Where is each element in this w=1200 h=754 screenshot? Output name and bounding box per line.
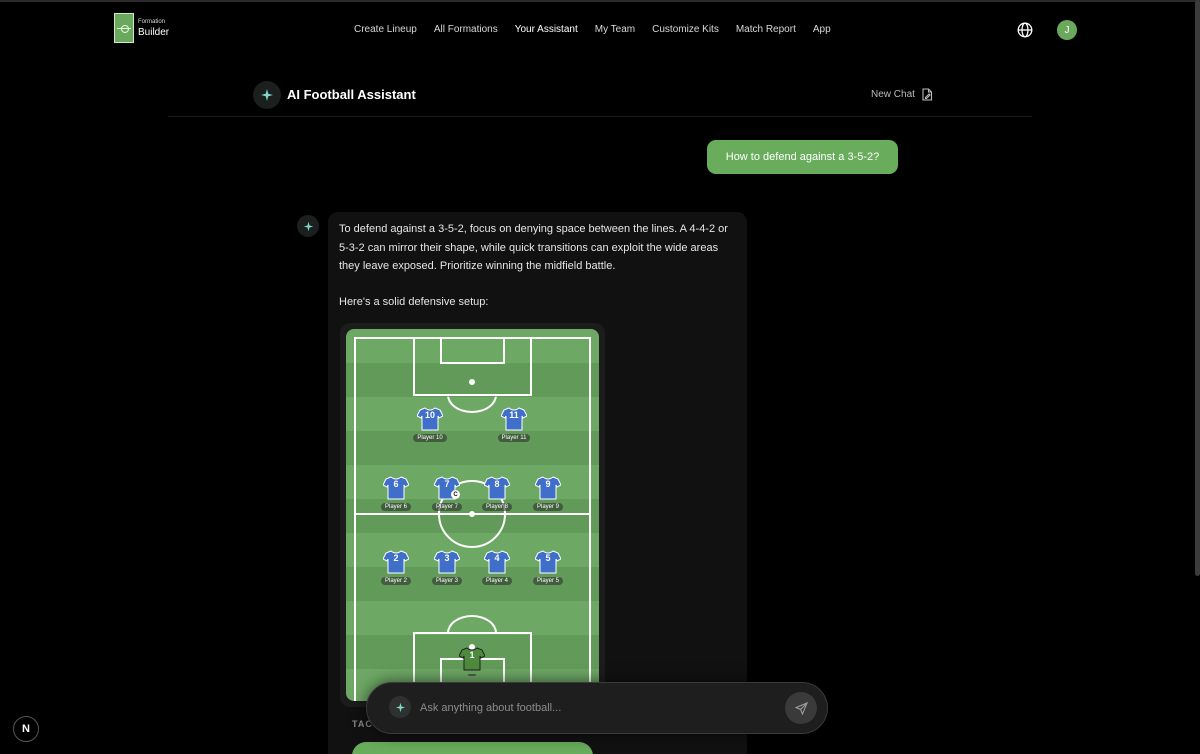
main-nav: Create Lineup All Formations Your Assist…	[354, 24, 831, 35]
sparkle-icon	[253, 81, 281, 109]
nav-app[interactable]: App	[813, 24, 831, 35]
shirt-number: 9	[545, 479, 551, 489]
top-goal-box	[440, 337, 505, 364]
header-divider	[168, 116, 1032, 117]
nav-match-report[interactable]: Match Report	[736, 24, 796, 35]
shirt-icon: 7 C	[434, 476, 460, 500]
new-chat-label: New Chat	[871, 89, 915, 100]
player-11[interactable]: 11 Player 11	[494, 407, 534, 442]
chat-input[interactable]	[420, 699, 770, 717]
captain-badge: C	[451, 490, 460, 499]
player-name: Player 11	[497, 434, 531, 442]
top-border	[0, 0, 1200, 2]
player-5[interactable]: 5 Player 5	[528, 550, 568, 585]
shirt-icon: 6	[383, 476, 409, 500]
app-logo[interactable]: Formation Builder	[114, 13, 169, 43]
pitch-logo-icon	[114, 13, 134, 43]
dev-badge[interactable]: N	[13, 716, 39, 742]
nav-all-formations[interactable]: All Formations	[434, 24, 498, 35]
player-name: Player 3	[431, 577, 462, 585]
tactic-action-button[interactable]	[352, 742, 593, 754]
player-name: Player 6	[380, 503, 411, 511]
player-9[interactable]: 9 Player 9	[528, 476, 568, 511]
globe-icon[interactable]	[1017, 22, 1033, 38]
player-name: Player 10	[413, 434, 447, 442]
goalkeeper-shirt-icon: 1	[459, 647, 485, 671]
player-2[interactable]: 2 Player 2	[376, 550, 416, 585]
top-penalty-spot	[469, 379, 475, 385]
new-chat-icon	[922, 88, 932, 101]
player-name: Player 8	[481, 503, 512, 511]
shirt-number: 10	[424, 410, 435, 420]
player-name	[468, 674, 476, 676]
shirt-icon: 2	[383, 550, 409, 574]
nav-customize-kits[interactable]: Customize Kits	[652, 24, 719, 35]
shirt-icon: 5	[535, 550, 561, 574]
bot-message-setup-text: Here's a solid defensive setup:	[339, 296, 489, 308]
logo-big-text: Builder	[138, 26, 170, 38]
player-6[interactable]: 6 Player 6	[376, 476, 416, 511]
shirt-number: 6	[393, 479, 399, 489]
shirt-number: 1	[469, 650, 475, 660]
shirt-icon: 10	[417, 407, 443, 431]
shirt-icon: 3	[434, 550, 460, 574]
player-8[interactable]: 8 Player 8	[477, 476, 517, 511]
logo-small-text: Formation	[138, 18, 166, 25]
logo-text: Formation Builder	[138, 19, 169, 38]
shirt-icon: 8	[484, 476, 510, 500]
player-10[interactable]: 10 Player 10	[410, 407, 450, 442]
user-message-bubble: How to defend against a 3-5-2?	[707, 140, 898, 174]
page-scrollbar[interactable]	[1195, 0, 1200, 576]
player-4[interactable]: 4 Player 4	[477, 550, 517, 585]
bot-message-text: To defend against a 3-5-2, focus on deny…	[339, 223, 728, 272]
center-spot	[469, 511, 475, 517]
shirt-icon: 4	[484, 550, 510, 574]
football-pitch: 10 Player 10 11 Player 11 6 Player 6 7 C…	[346, 329, 599, 701]
shirt-number: 5	[545, 553, 551, 563]
avatar[interactable]: J	[1057, 20, 1077, 40]
input-sparkle-icon	[389, 696, 411, 718]
player-7[interactable]: 7 C Player 7	[427, 476, 467, 511]
shirt-number: 11	[509, 410, 519, 420]
nav-create-lineup[interactable]: Create Lineup	[354, 24, 417, 35]
send-button[interactable]	[785, 692, 817, 724]
send-icon	[794, 701, 808, 715]
shirt-icon: 9	[535, 476, 561, 500]
shirt-number: 2	[393, 553, 399, 563]
shirt-icon: 11	[501, 407, 527, 431]
player-name: Player 7	[431, 503, 462, 511]
player-3[interactable]: 3 Player 3	[427, 550, 467, 585]
new-chat-button[interactable]: New Chat	[871, 88, 933, 101]
player-name: Player 2	[380, 577, 411, 585]
shirt-number: 3	[444, 553, 450, 563]
player-1-goalkeeper[interactable]: 1	[452, 647, 492, 676]
shirt-number: 8	[494, 479, 500, 489]
shirt-number: 4	[494, 553, 500, 563]
bot-sparkle-icon	[297, 215, 319, 237]
player-name: Player 9	[532, 503, 563, 511]
nav-my-team[interactable]: My Team	[595, 24, 635, 35]
player-name: Player 4	[481, 577, 512, 585]
player-name: Player 5	[532, 577, 563, 585]
shirt-number: 7	[444, 479, 450, 489]
nav-your-assistant[interactable]: Your Assistant	[515, 24, 578, 35]
page-title: AI Football Assistant	[287, 87, 416, 102]
